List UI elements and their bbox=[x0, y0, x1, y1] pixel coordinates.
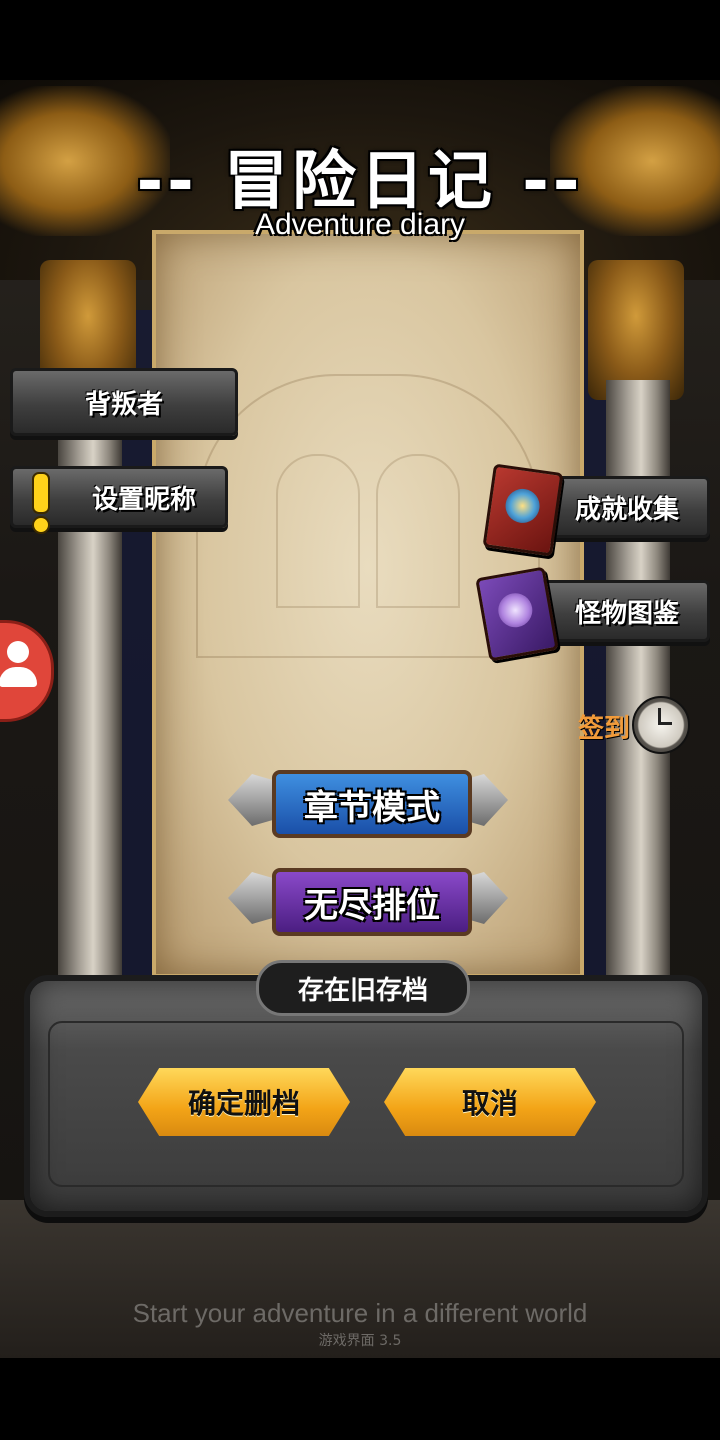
achievement-book-icon[interactable] bbox=[482, 463, 564, 557]
traitor-button[interactable]: 背叛者 bbox=[10, 368, 238, 436]
endless-ranked-label: 无尽排位 bbox=[272, 868, 472, 936]
confirm-delete-button[interactable]: 确定删档 bbox=[138, 1068, 350, 1136]
monster-book-icon[interactable] bbox=[475, 566, 559, 662]
traitor-label: 背叛者 bbox=[84, 389, 163, 420]
cancel-button[interactable]: 取消 bbox=[384, 1068, 596, 1136]
signin-button[interactable]: 签到 bbox=[572, 692, 692, 758]
bestiary-button[interactable]: 怪物图鉴 bbox=[530, 580, 710, 642]
cancel-label: 取消 bbox=[461, 1087, 518, 1120]
set-nickname-label: 设置昵称 bbox=[91, 484, 196, 515]
profile-icon[interactable] bbox=[0, 620, 54, 722]
dialog-title: 存在旧存档 bbox=[256, 960, 470, 1016]
game-subtitle: Adventure diary bbox=[254, 208, 466, 241]
tagline: Start your adventure in a different worl… bbox=[132, 1298, 588, 1328]
arch-sketch bbox=[376, 454, 460, 608]
chapter-mode-label: 章节模式 bbox=[272, 770, 472, 838]
pillar-capital-right bbox=[588, 260, 684, 400]
game-screen: -- 冒险日记 -- Adventure diary 背叛者 设置昵称 成就收集… bbox=[0, 80, 720, 1358]
signin-label: 签到 bbox=[578, 714, 631, 744]
chapter-mode-button[interactable]: 章节模式 bbox=[228, 764, 508, 838]
alert-icon bbox=[26, 472, 52, 534]
bestiary-label: 怪物图鉴 bbox=[574, 598, 679, 629]
confirm-delete-label: 确定删档 bbox=[187, 1087, 300, 1120]
clock-icon bbox=[632, 696, 690, 754]
version-label: 游戏界面 3.5 bbox=[318, 1333, 402, 1349]
achievements-label: 成就收集 bbox=[574, 494, 679, 525]
endless-ranked-button[interactable]: 无尽排位 bbox=[228, 862, 508, 936]
arch-sketch bbox=[276, 454, 360, 608]
